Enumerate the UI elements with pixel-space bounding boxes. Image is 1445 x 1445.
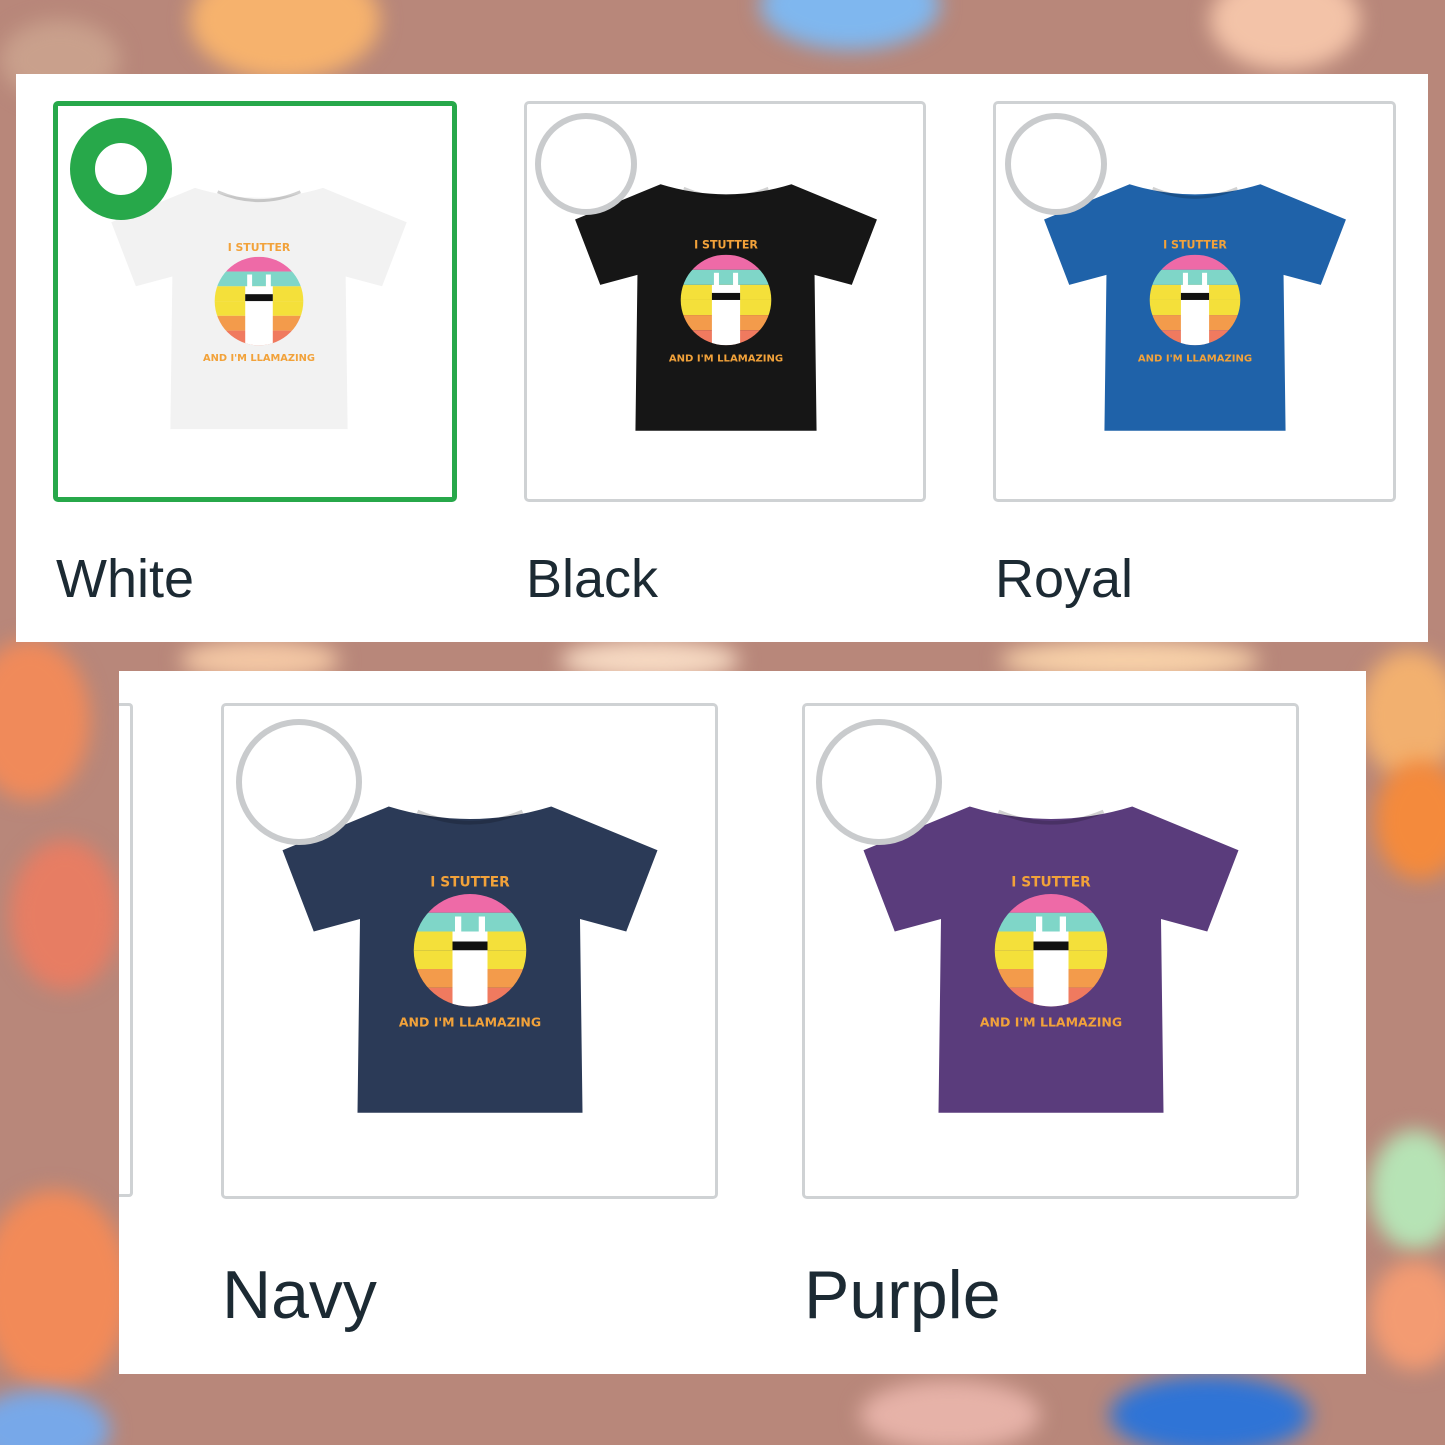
design-text-top: I STUTTER <box>228 241 291 254</box>
design-text-bottom: AND I'M LLAMAZING <box>980 1015 1122 1030</box>
design-text-bottom: AND I'M LLAMAZING <box>1138 353 1252 364</box>
design-text-top: I STUTTER <box>430 875 510 891</box>
tshirt-black-image: I STUTTER AND I'M LLAMAZING <box>575 184 877 431</box>
partial-swatch-card-edge <box>119 703 133 1197</box>
radio-purple[interactable] <box>816 719 942 845</box>
swatch-label-navy: Navy <box>222 1257 377 1333</box>
design-text-top: I STUTTER <box>1163 239 1227 252</box>
radio-white-selected[interactable] <box>70 118 172 220</box>
design-text-bottom: AND I'M LLAMAZING <box>399 1015 541 1030</box>
tshirt-royal-image: I STUTTER AND I'M LLAMAZING <box>1044 184 1346 431</box>
radio-navy[interactable] <box>236 719 362 845</box>
design-text-bottom: AND I'M LLAMAZING <box>669 353 783 364</box>
tshirt-purple-image: I STUTTER AND I'M LLAMAZING <box>863 806 1239 1113</box>
radio-black[interactable] <box>535 113 637 215</box>
tshirt-navy-image: I STUTTER AND I'M LLAMAZING <box>282 806 658 1113</box>
swatch-label-royal: Royal <box>995 549 1134 609</box>
tshirt-white-image: I STUTTER AND I'M LLAMAZING <box>111 187 407 430</box>
design-text-bottom: AND I'M LLAMAZING <box>203 353 315 364</box>
design-text-top: I STUTTER <box>694 239 758 252</box>
swatch-label-purple: Purple <box>804 1257 1001 1333</box>
swatch-label-white: White <box>56 549 195 609</box>
design-text-top: I STUTTER <box>1011 875 1091 891</box>
swatch-label-black: Black <box>526 549 659 609</box>
radio-royal[interactable] <box>1005 113 1107 215</box>
